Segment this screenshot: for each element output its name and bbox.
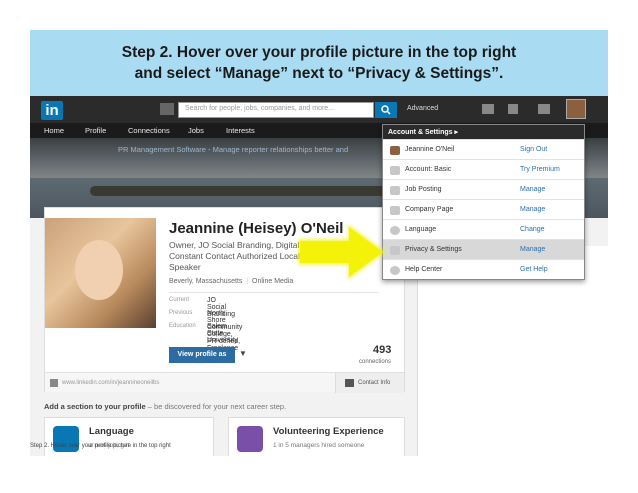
sponsored-ad-text[interactable]: PR Management Software - Manage reporter… (118, 145, 348, 154)
account-settings-dropdown: Account & Settings ▸ Jeannine O'Neil Sign… (382, 124, 585, 280)
dropdown-label: Company Page (405, 206, 454, 213)
pointer-arrow-icon (298, 224, 386, 280)
get-help-link[interactable]: Get Help (520, 266, 548, 273)
linkedin-logo[interactable]: in (41, 101, 63, 120)
change-language-link[interactable]: Change (520, 226, 545, 233)
dropdown-row-help-center[interactable]: Help Center Get Help (383, 259, 584, 279)
menu-icon[interactable] (160, 103, 174, 115)
public-profile-url[interactable]: www.linkedin.com/in/jeannineoneilbs (62, 380, 159, 386)
dropdown-label: Privacy & Settings (405, 246, 462, 253)
fact-label: Education (169, 323, 196, 329)
language-section-card[interactable]: Language a new job, get (44, 417, 214, 456)
connections-label: connections (359, 359, 392, 365)
section-desc: 1 in 5 managers hired someone (273, 442, 365, 449)
company-icon (390, 206, 400, 215)
fact-label: Current (169, 297, 190, 303)
profile-card-footer: www.linkedin.com/in/jeannineoneilbs Cont… (45, 372, 404, 393)
contact-card-icon (345, 379, 354, 387)
dropdown-row-company-page[interactable]: Company Page Manage (383, 199, 584, 219)
dropdown-row-privacy-settings[interactable]: Privacy & Settings Manage (383, 239, 584, 259)
contact-info-button[interactable]: Contact Info (335, 373, 404, 393)
help-icon (390, 266, 400, 275)
section-title: Volunteering Experience (273, 426, 384, 437)
search-button[interactable] (375, 102, 397, 118)
notifications-flag-icon[interactable] (508, 104, 518, 114)
slide-title: Step 2. Hover over your profile picture … (30, 42, 608, 84)
add-section-bold: Add a section to your profile (44, 402, 146, 411)
manage-privacy-settings-link[interactable]: Manage (520, 246, 545, 253)
sign-out-link[interactable]: Sign Out (520, 146, 547, 153)
dropdown-row-job-posting[interactable]: Job Posting Manage (383, 179, 584, 199)
dropdown-row-account[interactable]: Account: Basic Try Premium (383, 159, 584, 179)
volunteering-icon (237, 426, 263, 452)
add-section-rest: – be discovered for your next career ste… (145, 402, 287, 411)
advanced-search-link[interactable]: Advanced (407, 105, 438, 112)
nav-home[interactable]: Home (44, 126, 64, 135)
view-profile-as-button[interactable]: View profile as (169, 347, 235, 363)
connections-count[interactable]: 493 (373, 344, 391, 356)
industry[interactable]: Online Media (252, 278, 293, 285)
search-placeholder: Search for people, jobs, companies, and … (185, 105, 335, 112)
profile-picture-avatar[interactable] (566, 99, 586, 119)
dropdown-header-label[interactable]: Account & Settings ▸ (388, 128, 458, 136)
search-icon (381, 105, 391, 115)
slide: Step 2. Hover over your profile picture … (0, 0, 638, 493)
try-premium-link[interactable]: Try Premium (520, 166, 560, 173)
add-section-prompt: Add a section to your profile – be disco… (44, 402, 286, 411)
divider (169, 292, 379, 293)
linkedin-screenshot: in Search for people, jobs, companies, a… (30, 96, 608, 456)
manage-job-posting-link[interactable]: Manage (520, 186, 545, 193)
lock-icon (390, 246, 400, 255)
linkedin-url-icon (50, 379, 58, 387)
slide-title-line1: Step 2. Hover over your profile picture … (121, 44, 517, 61)
account-icon (390, 166, 400, 175)
top-bar: in Search for people, jobs, companies, a… (30, 96, 608, 123)
fact-label: Previous (169, 310, 193, 316)
slide-watermark: Step 2. Hover over your profile picture … (30, 443, 171, 449)
slide-title-line2: and select “Manage” next to “Privacy & S… (134, 65, 504, 82)
location-line: Beverly, Massachusetts | Online Media (169, 278, 294, 285)
dropdown-label: Account: Basic (405, 166, 452, 173)
messages-icon[interactable] (482, 104, 494, 114)
dropdown-row-profile[interactable]: Jeannine O'Neil Sign Out (383, 139, 584, 159)
search-input[interactable]: Search for people, jobs, companies, and … (178, 102, 374, 118)
manage-company-page-link[interactable]: Manage (520, 206, 545, 213)
dropdown-header: Account & Settings ▸ (383, 125, 584, 139)
hero-shore (90, 186, 390, 196)
dropdown-row-language[interactable]: Language Change (383, 219, 584, 239)
chevron-down-icon[interactable]: ▼ (239, 349, 247, 358)
add-connections-icon[interactable] (538, 104, 550, 114)
photo-face (75, 240, 123, 300)
nav-profile[interactable]: Profile (85, 126, 106, 135)
nav-connections[interactable]: Connections (128, 126, 170, 135)
contact-info-label: Contact Info (358, 380, 391, 386)
globe-icon (390, 226, 400, 235)
fact-value[interactable]: Salem State University (207, 323, 238, 344)
dropdown-label: Help Center (405, 266, 443, 273)
volunteering-section-card[interactable]: Volunteering Experience 1 in 5 managers … (228, 417, 405, 456)
user-icon (390, 146, 400, 155)
section-title: Language (89, 426, 134, 437)
briefcase-icon (390, 186, 400, 195)
dropdown-label[interactable]: Jeannine O'Neil (405, 146, 454, 153)
dropdown-label: Job Posting (405, 186, 442, 193)
dropdown-label: Language (405, 226, 437, 233)
profile-photo[interactable] (45, 218, 156, 328)
nav-jobs[interactable]: Jobs (188, 126, 204, 135)
location[interactable]: Beverly, Massachusetts (169, 278, 242, 285)
nav-interests[interactable]: Interests (226, 126, 255, 135)
